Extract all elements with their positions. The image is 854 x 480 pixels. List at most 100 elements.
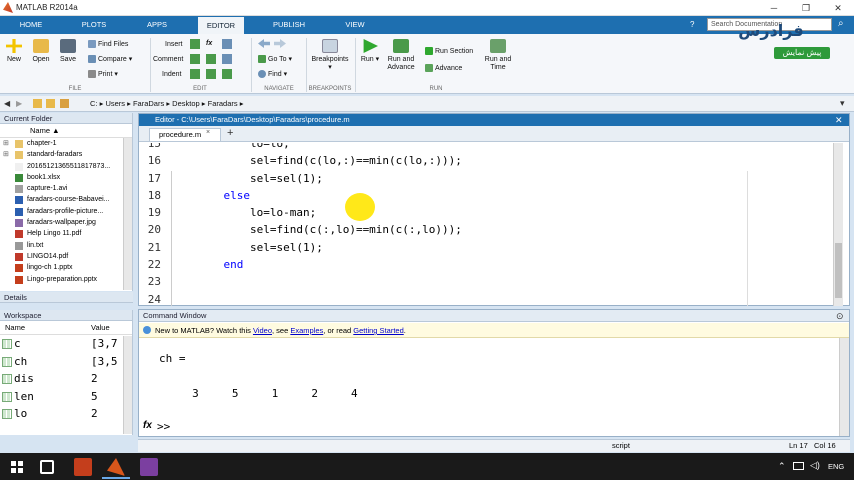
- variable-row[interactable]: c [3,7: [0, 335, 132, 353]
- windows-start-icon[interactable]: [11, 461, 23, 473]
- folder-scrollbar[interactable]: [123, 138, 132, 290]
- breadcrumb[interactable]: C: ▸ Users ▸ FaraDars ▸ Desktop ▸ Farada…: [90, 99, 244, 108]
- variable-row[interactable]: len 5: [0, 388, 132, 406]
- variable-row[interactable]: lo 2: [0, 405, 132, 423]
- file-list-item[interactable]: faradars-profile-picture...: [0, 206, 132, 217]
- code-line[interactable]: sel=find(c(lo,:)==min(c(lo,:)));: [197, 152, 462, 169]
- code-view[interactable]: 15 16 17 18 19 20 21 22 23 24 lo=lo; sel=find(c(l…: [139, 143, 833, 306]
- network-icon[interactable]: [793, 462, 804, 470]
- expand-icon[interactable]: ⊞: [3, 138, 9, 149]
- insert-dropdown-icon[interactable]: [222, 39, 232, 49]
- command-window-menu-icon[interactable]: ⊙: [836, 310, 844, 322]
- print-button[interactable]: Print ▾: [88, 70, 118, 79]
- file-list-item[interactable]: LINGO14.pdf: [0, 251, 132, 262]
- examples-link[interactable]: Examples: [290, 326, 323, 335]
- breadcrumb-part[interactable]: Faradars: [208, 99, 238, 108]
- close-button[interactable]: ✕: [824, 0, 852, 16]
- tab-procedure-m[interactable]: procedure.m: [149, 128, 221, 141]
- file-list-item[interactable]: Help Lingo 11.pdf: [0, 228, 132, 239]
- run-and-time-button[interactable]: Run and Time: [482, 39, 514, 72]
- forward-icon[interactable]: [274, 39, 286, 48]
- editor-scroll-thumb[interactable]: [835, 243, 842, 298]
- file-list-item[interactable]: lin.txt: [0, 240, 132, 251]
- volume-icon[interactable]: ◁): [810, 460, 820, 471]
- run-and-advance-button[interactable]: Run and Advance: [385, 39, 417, 72]
- command-prompt[interactable]: >>: [157, 420, 170, 433]
- file-list-item[interactable]: faradars-course-Babavei...: [0, 194, 132, 205]
- run-button[interactable]: Run ▾: [359, 39, 381, 64]
- find-button[interactable]: Find ▾: [258, 70, 287, 79]
- tab-view[interactable]: VIEW: [334, 16, 376, 34]
- code-line[interactable]: else: [197, 187, 462, 204]
- breadcrumb-part[interactable]: Desktop: [172, 99, 200, 108]
- variable-row[interactable]: dis 2: [0, 370, 132, 388]
- file-list-item[interactable]: ⊞ standard-faradars: [0, 149, 132, 160]
- tab-plots[interactable]: PLOTS: [72, 16, 116, 34]
- file-list-item[interactable]: capture-1.avi: [0, 183, 132, 194]
- tray-chevron-icon[interactable]: ⌃: [778, 461, 786, 472]
- code-line[interactable]: sel=sel(1);: [197, 239, 462, 256]
- close-editor-icon[interactable]: ✕: [835, 114, 843, 126]
- powerpoint-icon[interactable]: [74, 458, 92, 476]
- back-icon[interactable]: [258, 39, 270, 48]
- tab-editor[interactable]: EDITOR: [198, 17, 244, 34]
- browse-folder-icon[interactable]: [60, 99, 69, 108]
- file-list-item[interactable]: lingo-ch 1.pptx: [0, 262, 132, 273]
- camtasia-icon[interactable]: [140, 458, 158, 476]
- forward-icon[interactable]: ▶: [16, 99, 22, 108]
- editor-scrollbar[interactable]: [833, 143, 843, 306]
- open-button[interactable]: Open: [30, 39, 52, 64]
- file-list-item[interactable]: ⊞ chapter-1: [0, 138, 132, 149]
- indent-button[interactable]: Indent: [162, 70, 181, 79]
- find-files-button[interactable]: Find Files: [88, 40, 128, 49]
- code-line[interactable]: sel=find(c(:,lo)==min(c(:,lo)));: [197, 221, 462, 238]
- workspace-scrollbar[interactable]: [123, 336, 132, 434]
- up-folder-icon[interactable]: [46, 99, 55, 108]
- code-area[interactable]: lo=lo; sel=find(c(lo,:)==min(c(lo,:))); …: [197, 143, 462, 306]
- fx-button[interactable]: fx: [206, 39, 212, 48]
- fx-icon[interactable]: fx: [143, 420, 152, 431]
- uncomment-icon[interactable]: [206, 54, 216, 64]
- go-to-button[interactable]: Go To ▾: [258, 55, 292, 64]
- advance-button[interactable]: Advance: [425, 64, 462, 73]
- code-line[interactable]: lo=lo;: [197, 143, 462, 152]
- help-icon[interactable]: ?: [690, 20, 694, 29]
- breadcrumb-part[interactable]: Users: [105, 99, 125, 108]
- name-column-header[interactable]: Name: [5, 321, 25, 335]
- new-button[interactable]: New: [4, 39, 24, 64]
- file-list-item[interactable]: Lingo-preparation.pptx: [0, 274, 132, 285]
- tab-publish[interactable]: PUBLISH: [266, 16, 312, 34]
- increase-indent-icon[interactable]: [206, 69, 216, 79]
- comment-button[interactable]: Comment: [153, 55, 183, 64]
- address-dropdown-icon[interactable]: ▾: [840, 98, 845, 109]
- matlab-taskbar-icon[interactable]: [107, 458, 125, 476]
- search-icon[interactable]: ⌕: [838, 18, 844, 29]
- input-language[interactable]: ENG: [828, 462, 844, 471]
- minimize-button[interactable]: ─: [760, 0, 788, 16]
- tab-apps[interactable]: APPS: [136, 16, 178, 34]
- details-panel-header[interactable]: Details: [0, 292, 133, 303]
- back-icon[interactable]: ◀: [4, 99, 10, 108]
- smart-indent-icon[interactable]: [190, 69, 200, 79]
- tab-close-icon[interactable]: ×: [206, 129, 210, 136]
- save-button[interactable]: Save: [57, 39, 79, 64]
- code-line[interactable]: end: [197, 256, 462, 273]
- code-line[interactable]: [197, 291, 462, 306]
- expand-icon[interactable]: ⊞: [3, 149, 9, 160]
- decrease-indent-icon[interactable]: [222, 69, 232, 79]
- breadcrumb-part[interactable]: FaraDars: [133, 99, 164, 108]
- task-view-icon[interactable]: [40, 460, 54, 474]
- video-link[interactable]: Video: [253, 326, 272, 335]
- command-scrollbar[interactable]: [839, 338, 849, 436]
- insert-button[interactable]: Insert: [165, 40, 183, 49]
- code-line[interactable]: sel=sel(1);: [197, 170, 462, 187]
- file-list-item[interactable]: book1.xlsx: [0, 172, 132, 183]
- file-list-item[interactable]: 20165121365511817873...: [0, 161, 132, 172]
- name-column-header[interactable]: Name ▲: [0, 124, 132, 138]
- new-tab-button[interactable]: +: [227, 127, 233, 139]
- value-column-header[interactable]: Value: [91, 321, 110, 335]
- breadcrumb-part[interactable]: C:: [90, 99, 98, 108]
- insert-section-icon[interactable]: [190, 39, 200, 49]
- folder-icon[interactable]: [33, 99, 42, 108]
- tab-home[interactable]: HOME: [10, 16, 52, 34]
